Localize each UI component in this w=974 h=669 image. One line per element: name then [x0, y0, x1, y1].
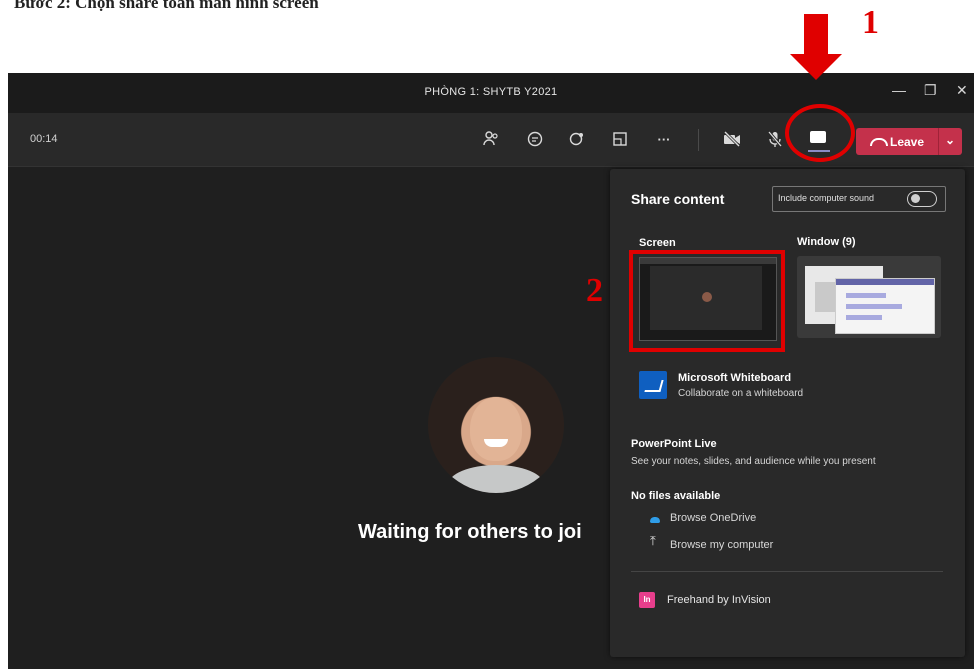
window-preview-front: [835, 278, 935, 334]
screen-section-label: Screen: [639, 237, 676, 249]
waiting-message: Waiting for others to joi: [358, 521, 582, 543]
hang-up-icon: [870, 138, 888, 146]
call-timer: 00:14: [30, 133, 58, 145]
rooms-icon[interactable]: [606, 125, 634, 153]
ppt-title: PowerPoint Live: [631, 438, 717, 450]
ppt-subtitle: See your notes, slides, and audience whi…: [631, 456, 876, 467]
panel-divider: [631, 571, 943, 572]
computer-sound-toggle[interactable]: [907, 191, 937, 207]
invision-icon[interactable]: In: [639, 592, 655, 608]
window-share-option[interactable]: [797, 256, 941, 338]
more-icon[interactable]: ···: [650, 125, 678, 153]
preview-line: [846, 315, 882, 320]
teams-meeting-window: PHÒNG 1: SHYTB Y2021 — ❐ ✕ 00:14 ··· Lea…: [8, 73, 974, 669]
chat-icon[interactable]: [521, 125, 549, 153]
whiteboard-icon[interactable]: [639, 371, 667, 399]
meeting-stage: Waiting for others to joi: [8, 167, 608, 669]
whiteboard-subtitle: Collaborate on a whiteboard: [678, 388, 804, 399]
preview-line: [846, 293, 886, 298]
maximize-button[interactable]: ❐: [924, 82, 937, 99]
share-content-panel: Share content Include computer sound Scr…: [610, 169, 965, 657]
share-panel-title: Share content: [631, 191, 725, 207]
toolbar-divider: [698, 129, 699, 151]
screen-highlight-box: [629, 250, 785, 352]
camera-off-icon[interactable]: [718, 125, 746, 153]
arrow-shaft: [804, 14, 828, 56]
leave-label: Leave: [890, 135, 925, 149]
window-preview-header: [836, 279, 934, 285]
meeting-title: PHÒNG 1: SHYTB Y2021: [424, 86, 558, 98]
window-section-label: Window (9): [797, 236, 856, 248]
step1-number: 1: [862, 4, 879, 41]
onedrive-icon: [650, 517, 660, 523]
arrow-head: [790, 54, 842, 80]
whiteboard-title[interactable]: Microsoft Whiteboard: [678, 372, 791, 384]
computer-sound-option[interactable]: Include computer sound: [772, 186, 946, 212]
freehand-link[interactable]: Freehand by InVision: [667, 594, 771, 606]
preview-line: [846, 304, 902, 309]
computer-sound-label: Include computer sound: [778, 193, 875, 203]
people-icon[interactable]: [477, 125, 505, 153]
upload-icon: ⤒: [650, 533, 656, 548]
step2-number: 2: [586, 272, 603, 309]
caption: Bước 2: Chọn share toàn màn hình screen: [14, 0, 319, 12]
avatar-face: [470, 397, 522, 461]
browse-onedrive-link[interactable]: Browse OneDrive: [670, 512, 756, 524]
browse-computer-link[interactable]: Browse my computer: [670, 539, 773, 551]
chevron-down-icon[interactable]: ⌄: [945, 133, 955, 147]
minimize-button[interactable]: —: [892, 82, 906, 98]
leave-divider: [938, 128, 939, 155]
avatar-body: [448, 465, 544, 493]
toggle-knob: [911, 194, 920, 203]
share-highlight-ellipse: [785, 104, 855, 162]
leave-button[interactable]: Leave ⌄: [856, 128, 962, 155]
no-files-text: No files available: [631, 490, 721, 502]
close-button[interactable]: ✕: [956, 82, 968, 99]
reactions-icon[interactable]: [563, 125, 591, 153]
participant-avatar: [428, 357, 564, 493]
